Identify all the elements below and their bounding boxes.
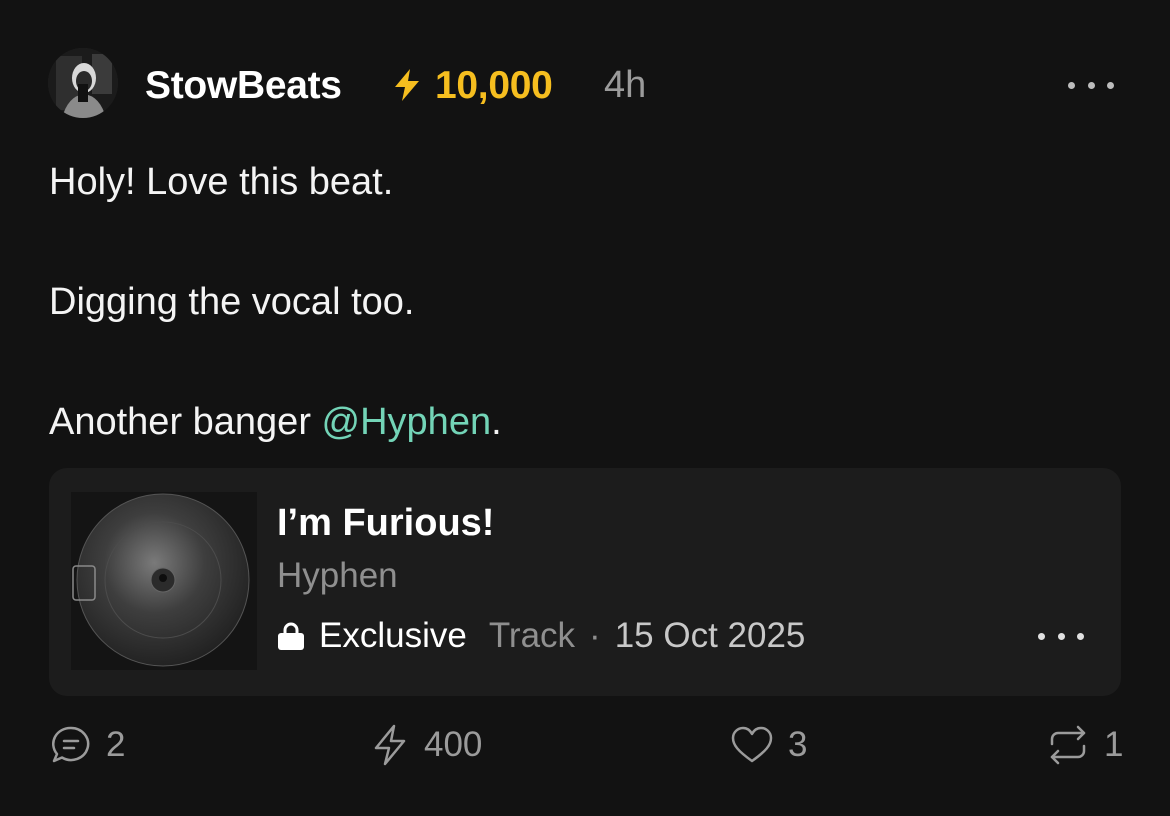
repost-count: 1 [1104, 725, 1124, 764]
meta-separator: · [589, 616, 601, 655]
track-artwork [71, 492, 257, 670]
repost-icon [1050, 725, 1086, 765]
exclusive-label: Exclusive [319, 616, 467, 655]
repost-button[interactable]: 1 [1046, 720, 1123, 770]
post-line: Digging the vocal too. [49, 281, 415, 323]
more-horizontal-icon [1077, 632, 1084, 640]
more-horizontal-icon [1068, 81, 1075, 89]
track-artist[interactable]: Hyphen [277, 556, 398, 596]
post-actions: 2 400 3 1 [0, 720, 1170, 770]
lightning-outline-icon [374, 724, 406, 766]
track-meta: Exclusive Track · 15 Oct 2025 [277, 614, 805, 658]
comment-count: 2 [106, 725, 126, 764]
score-count: 10,000 [435, 64, 553, 107]
post-body: Holy! Love this beat. Digging the vocal … [49, 152, 1109, 452]
comment-button[interactable]: 2 [50, 720, 125, 770]
lightning-bolt-icon [395, 69, 419, 101]
heart-icon [731, 726, 773, 763]
track-type: Track [488, 616, 576, 655]
post-header: StowBeats 10,000 4h [0, 60, 1170, 110]
post-line-prefix: Another banger [49, 401, 322, 443]
more-horizontal-icon [1038, 632, 1045, 640]
like-button[interactable]: 3 [730, 720, 807, 770]
comment-icon [52, 726, 90, 763]
user-mention[interactable]: @Hyphen [322, 401, 492, 443]
username[interactable]: StowBeats [145, 64, 342, 108]
like-count: 3 [788, 725, 808, 764]
post-timestamp: 4h [604, 64, 647, 106]
more-horizontal-icon [1107, 81, 1114, 89]
track-title[interactable]: I’m Furious! [277, 502, 494, 545]
post-more-button[interactable] [1068, 79, 1114, 91]
boost-count: 400 [424, 725, 483, 764]
track-card[interactable]: I’m Furious! Hyphen Exclusive Track · 15… [49, 468, 1121, 696]
post-line: Holy! Love this beat. [49, 161, 394, 203]
post-line: Another banger @Hyphen. [49, 392, 1109, 452]
track-date: 15 Oct 2025 [614, 616, 806, 655]
post-line-suffix: . [491, 401, 502, 443]
more-horizontal-icon [1087, 81, 1095, 89]
boost-button[interactable]: 400 [370, 720, 482, 770]
vinyl-artwork [71, 492, 257, 670]
track-more-button[interactable] [1038, 630, 1084, 642]
lock-icon [278, 622, 304, 650]
more-horizontal-icon [1057, 632, 1065, 640]
